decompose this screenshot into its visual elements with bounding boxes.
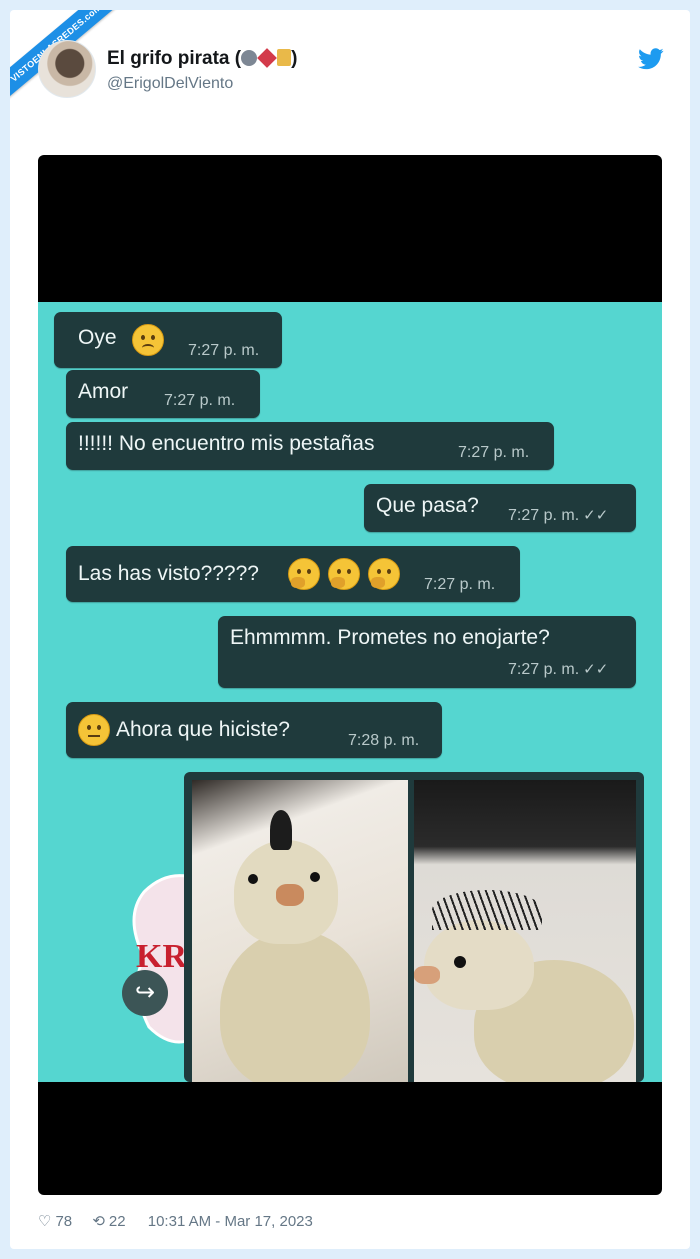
scroll-icon	[277, 49, 292, 66]
message-received: Oye 7:27 p. m.	[54, 312, 282, 368]
message-time-text: 7:27 p. m.	[508, 661, 580, 678]
message-sent: Ehmmmm. Prometes no enojarte? 7:27 p. m.…	[218, 616, 636, 688]
message-received: Las has visto????? 7:27 p. m.	[66, 546, 520, 602]
display-name[interactable]: El grifo pirata ()	[107, 48, 297, 70]
spiky-lashes-shape	[432, 890, 542, 930]
message-time: 7:27 p. m.	[188, 342, 260, 359]
message-text: Que pasa?	[376, 494, 479, 517]
frowning-face-icon	[132, 324, 164, 356]
display-name-text: El grifo pirata (	[107, 48, 242, 69]
thinking-face-icon	[288, 558, 320, 590]
neutral-face-icon	[78, 714, 110, 746]
user-handle[interactable]: @ErigolDelViento	[107, 75, 233, 93]
thinking-face-icon	[368, 558, 400, 590]
chick-photo-right[interactable]	[414, 780, 636, 1082]
tweet-timestamp[interactable]: 10:31 AM - Mar 17, 2023	[148, 1213, 313, 1230]
message-sent: Que pasa? 7:27 p. m. ✓✓	[364, 484, 636, 532]
message-time: 7:27 p. m.	[458, 444, 530, 461]
message-text: Amor	[78, 380, 129, 403]
like-count[interactable]: 78	[55, 1213, 72, 1230]
moon-icon	[241, 50, 258, 66]
twitter-bird-icon[interactable]	[638, 48, 664, 70]
tweet-media[interactable]: Oye 7:27 p. m. Amor 7:27 p. m. !!!!!! No…	[38, 155, 662, 1195]
thinking-face-icon	[328, 558, 360, 590]
mohawk-shape	[270, 810, 292, 850]
chick-eye	[248, 874, 258, 884]
message-received: Amor 7:27 p. m.	[66, 370, 260, 418]
photo-message[interactable]	[184, 772, 644, 1082]
chick-photo-left[interactable]	[192, 780, 408, 1082]
dice-icon	[257, 48, 277, 68]
tweet-footer: ♡ 78 ⟲ 22 10:31 AM - Mar 17, 2023	[38, 1212, 317, 1230]
chick-beak	[414, 966, 440, 984]
chick-eye	[454, 956, 466, 968]
message-time: 7:27 p. m. ✓✓	[508, 506, 608, 525]
message-received: !!!!!! No encuentro mis pestañas 7:27 p.…	[66, 422, 554, 470]
message-received: Ahora que hiciste? 7:28 p. m.	[66, 702, 442, 758]
message-time: 7:27 p. m. ✓✓	[508, 660, 608, 679]
message-text: Oye	[78, 326, 117, 349]
retweet-icon[interactable]: ⟲	[92, 1213, 105, 1230]
retweet-count[interactable]: 22	[109, 1213, 126, 1230]
message-time: 7:27 p. m.	[424, 576, 496, 593]
message-time-text: 7:27 p. m.	[508, 507, 580, 524]
message-text: Ahora que hiciste?	[116, 718, 290, 741]
avatar[interactable]	[38, 40, 96, 98]
double-check-icon: ✓✓	[583, 507, 609, 524]
chat-screenshot: Oye 7:27 p. m. Amor 7:27 p. m. !!!!!! No…	[38, 302, 662, 1082]
double-check-icon: ✓✓	[583, 661, 609, 678]
tweet-card: VISTOENLASREDES.com El grifo pirata () @…	[10, 10, 690, 1249]
message-time: 7:27 p. m.	[164, 392, 236, 409]
display-name-close: )	[291, 48, 298, 69]
like-icon[interactable]: ♡	[38, 1213, 51, 1230]
message-time: 7:28 p. m.	[348, 732, 420, 749]
message-text: Ehmmmm. Prometes no enojarte?	[230, 626, 550, 649]
message-text: Las has visto?????	[78, 562, 259, 585]
chick-head	[424, 920, 534, 1010]
message-text: !!!!!! No encuentro mis pestañas	[78, 432, 375, 455]
chick-beak	[276, 884, 304, 906]
share-icon[interactable]: ↪	[122, 970, 168, 1016]
chick-body	[220, 930, 370, 1082]
